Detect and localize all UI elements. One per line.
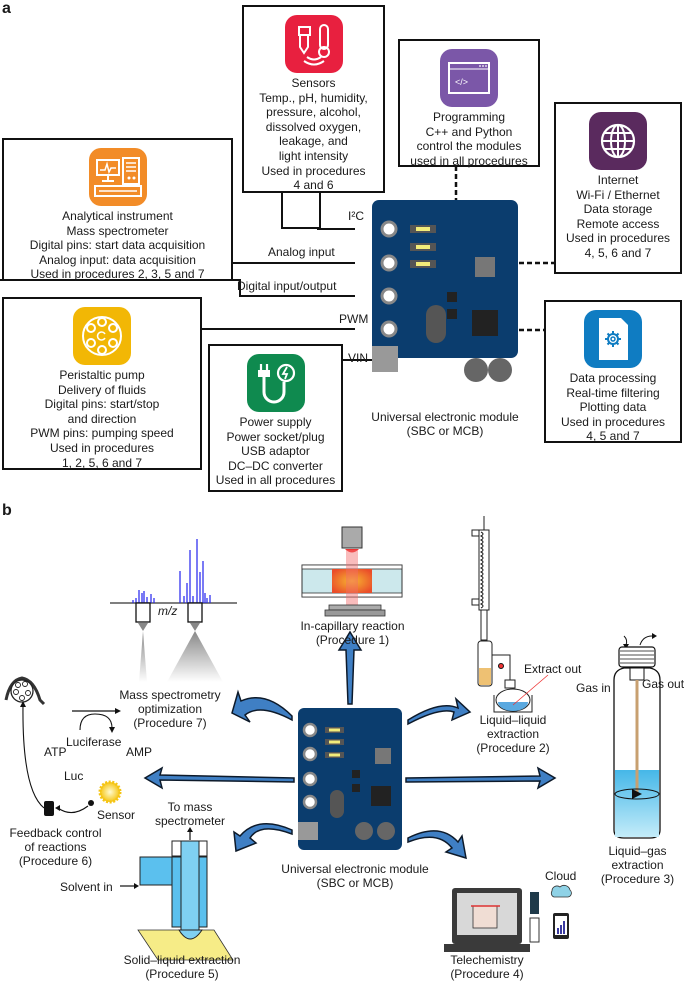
- luciferase-label: Luciferase: [66, 735, 122, 749]
- procedure-5-line: (Procedure 5): [145, 967, 219, 981]
- solvent-in-label: Solvent in: [60, 880, 113, 894]
- arrow-to-procedure-7: [231, 689, 293, 723]
- procedure-3-line: (Procedure 3): [600, 872, 675, 886]
- cloud-label: Cloud: [545, 869, 577, 883]
- amp-label: AMP: [126, 745, 153, 759]
- atp-label: ATP: [44, 745, 67, 759]
- luc-label: Luc: [64, 769, 84, 783]
- module-caption-b: Universal electronic module (SBC or MCB): [280, 862, 430, 890]
- procedure-4-caption: Telechemistry (Procedure 4): [437, 953, 537, 981]
- procedure-7-line: Mass spectrometry: [119, 688, 221, 702]
- to-mass-spectrometer-label: To mass spectrometer: [150, 800, 230, 828]
- liquid-liquid-extraction-illustration: [471, 516, 549, 713]
- solid-liquid-extraction-illustration: [120, 827, 234, 961]
- procedure-6-line: (Procedure 6): [18, 854, 93, 868]
- module-caption-b-line1: Universal electronic module: [281, 862, 429, 876]
- procedure-2-line: extraction: [486, 727, 540, 741]
- telechemistry-illustration: [444, 884, 572, 952]
- arrow-to-procedure-3: [405, 766, 557, 790]
- procedure-5-line: Solid–liquid extraction: [123, 953, 241, 967]
- arrow-to-procedure-4: [407, 830, 467, 860]
- gas-out-label: Gas out: [642, 677, 685, 691]
- procedure-7-line: optimization: [137, 702, 203, 716]
- to-ms-line: spectrometer: [154, 814, 226, 828]
- procedure-1-caption: In-capillary reaction (Procedure 1): [290, 619, 415, 647]
- arrow-to-procedure-6: [143, 766, 295, 790]
- procedure-3-line: extraction: [611, 858, 664, 872]
- procedure-6-caption: Feedback control of reactions (Procedure…: [8, 826, 103, 868]
- liquid-gas-extraction-illustration: [613, 633, 661, 839]
- procedure-7-caption: Mass spectrometry optimization (Procedur…: [110, 688, 230, 730]
- mz-axis-label: m/z: [158, 604, 178, 618]
- procedure-4-line: Telechemistry: [450, 953, 524, 967]
- arrow-to-procedure-5: [233, 823, 293, 853]
- procedure-3-line: Liquid–gas: [608, 844, 667, 858]
- module-caption-b-line2: (SBC or MCB): [316, 876, 394, 890]
- procedure-2-caption: Liquid–liquid extraction (Procedure 2): [468, 713, 558, 755]
- procedure-1-line: (Procedure 1): [315, 633, 390, 647]
- procedure-6-line: of reactions: [24, 840, 87, 854]
- procedure-6-line: Feedback control: [9, 826, 102, 840]
- procedure-2-line: Liquid–liquid: [479, 713, 547, 727]
- sensor-label: Sensor: [97, 808, 136, 822]
- procedure-2-line: (Procedure 2): [476, 741, 550, 755]
- to-ms-line: To mass: [167, 800, 213, 814]
- procedure-7-line: (Procedure 7): [133, 716, 207, 730]
- procedure-3-caption: Liquid–gas extraction (Procedure 3): [595, 844, 680, 886]
- arrow-to-procedure-2: [407, 696, 472, 726]
- spectrum-peaks: [132, 539, 211, 603]
- procedure-1-line: In-capillary reaction: [300, 619, 405, 633]
- board-b: [298, 708, 402, 850]
- extract-out-label: Extract out: [524, 662, 582, 676]
- procedure-4-line: (Procedure 4): [450, 967, 524, 981]
- procedure-5-caption: Solid–liquid extraction (Procedure 5): [112, 953, 252, 981]
- gas-in-label: Gas in: [576, 681, 611, 695]
- in-capillary-illustration: [301, 526, 403, 617]
